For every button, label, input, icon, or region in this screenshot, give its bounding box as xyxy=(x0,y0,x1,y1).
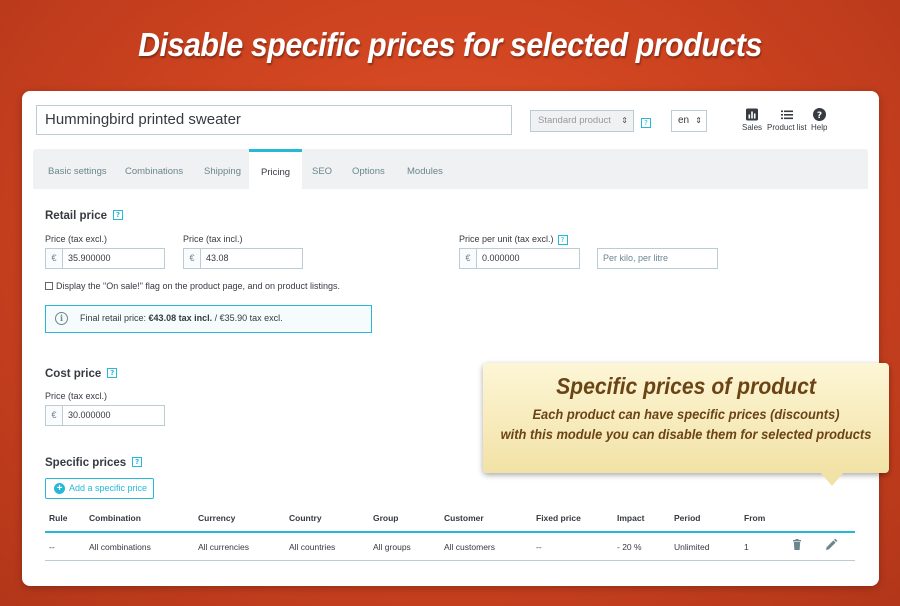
help-circle-icon: ? xyxy=(812,108,826,121)
specific-prices-title: Specific prices xyxy=(45,457,127,469)
help-icon[interactable]: ? xyxy=(113,209,123,220)
info-icon: i xyxy=(55,312,68,325)
cost-price-label: Price (tax excl.) xyxy=(45,391,108,401)
on-sale-checkbox[interactable] xyxy=(45,282,53,290)
price-per-unit-input[interactable]: € 0.000000 xyxy=(459,248,580,269)
unity-input[interactable]: Per kilo, per litre xyxy=(597,248,718,269)
callout-line-2: with this module you can disable them fo… xyxy=(500,426,872,442)
cost-price-title: Cost price xyxy=(45,368,102,380)
callout-box: Specific prices of product Each product … xyxy=(483,363,889,486)
price-excl-value: 35.900000 xyxy=(68,253,111,263)
product-list-label: Product list xyxy=(767,123,807,132)
add-specific-price-button[interactable]: + Add a specific price xyxy=(45,478,154,499)
cell-impact: - 20 % xyxy=(617,542,642,552)
column-header-from: From xyxy=(744,513,766,523)
currency-symbol: € xyxy=(184,249,201,268)
list-icon xyxy=(780,110,793,120)
delete-icon[interactable] xyxy=(790,538,804,552)
column-header-currency: Currency xyxy=(198,513,236,523)
cell-from: 1 xyxy=(744,542,749,552)
column-header-rule: Rule xyxy=(49,513,68,523)
help-icon[interactable]: ? xyxy=(557,234,568,245)
price-excl-input[interactable]: € 35.900000 xyxy=(45,248,165,269)
cell-customer: All customers xyxy=(444,542,496,552)
column-header-fixed-price: Fixed price xyxy=(536,513,581,523)
currency-symbol: € xyxy=(46,406,63,425)
price-incl-input[interactable]: € 43.08 xyxy=(183,248,303,269)
cell-fixed-price: -- xyxy=(536,542,542,552)
table-row-divider xyxy=(45,560,855,561)
cost-price-input[interactable]: € 30.000000 xyxy=(45,405,165,426)
help-label: Help xyxy=(811,123,828,132)
final-price-info-box: i Final retail price: €43.08 tax incl. /… xyxy=(45,305,372,333)
product-type-value: Standard product xyxy=(538,115,611,126)
sales-label: Sales xyxy=(742,123,763,132)
specific-prices-section-title: Specific prices? xyxy=(45,456,143,469)
final-price-incl: €43.08 tax incl. xyxy=(148,313,213,323)
bar-chart-icon xyxy=(746,108,758,121)
column-header-group: Group xyxy=(373,513,399,523)
help-icon[interactable]: ? xyxy=(132,456,143,467)
help-icon[interactable]: ? xyxy=(107,367,118,378)
currency-symbol: € xyxy=(460,249,477,268)
table-header-divider xyxy=(45,531,855,533)
cost-price-section-title: Cost price? xyxy=(45,367,118,380)
column-header-impact: Impact xyxy=(617,513,645,523)
column-header-country: Country xyxy=(289,513,322,523)
retail-price-title: Retail price xyxy=(45,210,107,222)
product-editor-panel: Hummingbird printed sweater Standard pro… xyxy=(22,91,879,586)
callout-title: Specific prices of product xyxy=(556,373,816,399)
cell-group: All groups xyxy=(373,542,411,552)
callout-line-1: Each product can have specific prices (d… xyxy=(532,406,840,422)
final-price-excl: / €35.90 tax excl. xyxy=(214,313,283,323)
cost-price-value: 30.000000 xyxy=(68,410,111,420)
select-arrows-icon: ⇕ xyxy=(621,116,628,125)
sales-link[interactable]: Sales xyxy=(742,108,762,132)
currency-symbol: € xyxy=(46,249,63,268)
add-specific-price-label: Add a specific price xyxy=(69,483,148,493)
product-name-input[interactable]: Hummingbird printed sweater xyxy=(36,105,512,135)
product-list-link[interactable]: Product list xyxy=(767,108,807,132)
tab-basic-settings[interactable]: Basic settings xyxy=(48,149,107,189)
price-incl-label: Price (tax incl.) xyxy=(183,234,243,244)
on-sale-label: Display the "On sale!" flag on the produ… xyxy=(56,281,341,291)
tab-seo[interactable]: SEO xyxy=(312,149,332,189)
cell-currency: All currencies xyxy=(198,542,250,552)
tab-modules[interactable]: Modules xyxy=(407,149,443,189)
cell-rule: -- xyxy=(49,542,55,552)
edit-icon[interactable] xyxy=(824,538,838,552)
final-price-prefix: Final retail price: xyxy=(80,313,147,323)
tab-combinations[interactable]: Combinations xyxy=(125,149,183,189)
language-value: en xyxy=(678,115,690,126)
column-header-customer: Customer xyxy=(444,513,484,523)
on-sale-checkbox-row[interactable]: Display the "On sale!" flag on the produ… xyxy=(45,281,340,291)
tab-pricing[interactable]: Pricing xyxy=(249,149,303,189)
price-per-unit-label: Price per unit (tax excl.)? xyxy=(459,234,568,245)
price-per-unit-value: 0.000000 xyxy=(482,253,520,263)
cell-country: All countries xyxy=(289,542,336,552)
tab-shipping[interactable]: Shipping xyxy=(204,149,241,189)
price-incl-value: 43.08 xyxy=(206,253,229,263)
cell-period: Unlimited xyxy=(674,542,710,552)
banner-title: Disable specific prices for selected pro… xyxy=(138,26,762,63)
select-arrows-icon: ⇕ xyxy=(695,116,702,125)
tab-bar: Basic settings Combinations Shipping Pri… xyxy=(33,149,868,189)
product-type-select[interactable]: Standard product ⇕ xyxy=(530,110,634,132)
help-icon[interactable]: ? xyxy=(641,118,651,128)
svg-text:?: ? xyxy=(817,111,822,121)
price-excl-label: Price (tax excl.) xyxy=(45,234,108,244)
tab-options[interactable]: Options xyxy=(352,149,385,189)
help-link[interactable]: ? Help xyxy=(811,108,827,132)
cell-combination: All combinations xyxy=(89,542,151,552)
price-per-unit-label-text: Price per unit (tax excl.) xyxy=(459,234,554,244)
plus-circle-icon: + xyxy=(54,483,65,494)
column-header-period: Period xyxy=(674,513,701,523)
language-select[interactable]: en ⇕ xyxy=(671,110,707,132)
retail-price-section-title: Retail price? xyxy=(45,209,123,222)
column-header-combination: Combination xyxy=(89,513,141,523)
